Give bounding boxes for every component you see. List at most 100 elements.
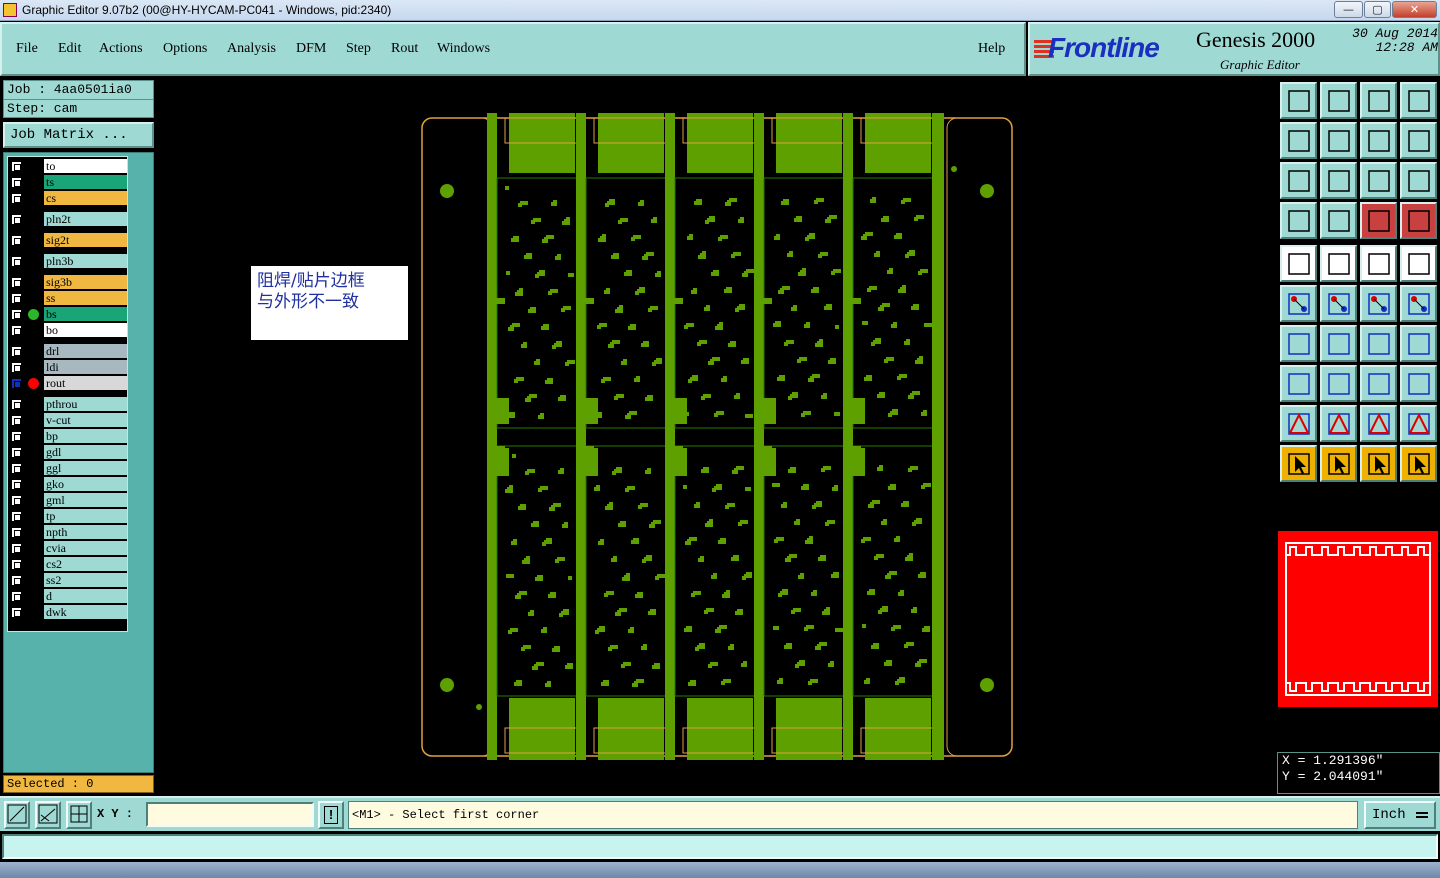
menu-actions[interactable]: Actions (99, 41, 143, 57)
window-icon[interactable] (1400, 82, 1437, 119)
polygon-icon[interactable] (1320, 245, 1357, 282)
layer-row-ss[interactable]: ss (8, 291, 128, 306)
zoom-home-icon[interactable] (1280, 82, 1317, 119)
select-net-icon[interactable] (1400, 445, 1437, 482)
menu-rout[interactable]: Rout (391, 41, 418, 57)
layer-checkbox[interactable] (11, 399, 22, 410)
layer-row-gko[interactable]: gko (8, 477, 128, 492)
layer-name[interactable]: bs (44, 307, 127, 321)
menu-step[interactable]: Step (346, 41, 371, 57)
layer-row-cvia[interactable]: cvia (8, 541, 128, 556)
layer-compare-icon[interactable] (1360, 202, 1397, 239)
layer-display-icon[interactable] (1400, 202, 1437, 239)
layer-name[interactable]: gko (44, 477, 127, 491)
contour-up-icon[interactable] (1360, 405, 1397, 442)
graphic-canvas[interactable]: 阻焊/贴片边框 与外形不一致 (157, 78, 1277, 795)
layer-name[interactable]: ldi (44, 360, 127, 374)
select-icon[interactable] (1280, 445, 1317, 482)
layer-row-ldi[interactable]: ldi (8, 360, 128, 375)
layer-name[interactable]: cvia (44, 541, 127, 555)
layer-row-d[interactable]: d (8, 589, 128, 604)
layer-name[interactable]: v-cut (44, 413, 127, 427)
layer-checkbox[interactable] (11, 607, 22, 618)
layer-name[interactable]: pln2t (44, 212, 127, 226)
layer-name[interactable]: ss (44, 291, 127, 305)
rotate-icon[interactable] (1360, 325, 1397, 362)
layer-row-rout[interactable]: rout (8, 376, 128, 391)
layer-name[interactable]: dwk (44, 605, 127, 619)
menu-analysis[interactable]: Analysis (227, 41, 276, 57)
pcb-panel-drawing[interactable] (157, 78, 1277, 795)
layer-row-pln3b[interactable]: pln3b (8, 254, 128, 269)
ruler-icon[interactable] (1360, 245, 1397, 282)
layer-checkbox[interactable] (11, 559, 22, 570)
layer-row-drl[interactable]: drl (8, 344, 128, 359)
pad-icon[interactable] (1280, 245, 1317, 282)
unit-selector[interactable]: Inch (1364, 801, 1436, 829)
layer-row-to[interactable]: to (8, 159, 128, 174)
center-icon[interactable] (1320, 162, 1357, 199)
menu-dfm[interactable]: DFM (296, 41, 326, 57)
help-icon[interactable] (1400, 162, 1437, 199)
resize-icon[interactable] (1360, 365, 1397, 402)
layer-row-pthrou[interactable]: pthrou (8, 397, 128, 412)
snap-icon[interactable] (4, 801, 30, 829)
delete-icon[interactable] (1320, 285, 1357, 322)
layer-row-pln2t[interactable]: pln2t (8, 212, 128, 227)
home-icon[interactable] (1360, 82, 1397, 119)
contour-icon[interactable] (1320, 405, 1357, 442)
layer-checkbox[interactable] (11, 463, 22, 474)
menu-options[interactable]: Options (163, 41, 207, 57)
layer-checkbox[interactable] (11, 479, 22, 490)
layer-checkbox[interactable] (11, 235, 22, 246)
group-icon[interactable] (1400, 365, 1437, 402)
layer-checkbox[interactable] (11, 362, 22, 373)
layer-row-bs[interactable]: bs (8, 307, 128, 322)
layer-row-cs[interactable]: cs (8, 191, 128, 206)
layer-checkbox[interactable] (11, 161, 22, 172)
overview-window[interactable] (1278, 531, 1438, 707)
layer-checkbox[interactable] (11, 511, 22, 522)
layer-row-dwk[interactable]: dwk (8, 605, 128, 620)
layer-name[interactable]: gdl (44, 445, 127, 459)
mirror-icon[interactable] (1400, 325, 1437, 362)
layer-row-bp[interactable]: bp (8, 429, 128, 444)
layer-checkbox[interactable] (11, 256, 22, 267)
layer-row-gml[interactable]: gml (8, 493, 128, 508)
layer-checkbox[interactable] (11, 325, 22, 336)
layer-name[interactable]: rout (44, 376, 127, 390)
contour-down-icon[interactable] (1400, 405, 1437, 442)
fit-screen-icon[interactable] (1280, 162, 1317, 199)
close-button[interactable]: ✕ (1392, 1, 1437, 18)
layer-checkbox[interactable] (11, 177, 22, 188)
add-pad-icon[interactable] (1280, 365, 1317, 402)
layer-checkbox[interactable] (11, 193, 22, 204)
layer-name[interactable]: to (44, 159, 127, 173)
minimize-button[interactable]: — (1334, 1, 1363, 18)
layer-row-ggl[interactable]: ggl (8, 461, 128, 476)
menu-windows[interactable]: Windows (437, 41, 490, 57)
layer-checkbox[interactable] (11, 214, 22, 225)
pan-right-icon[interactable] (1320, 122, 1357, 159)
snap-settings-icon[interactable] (1280, 202, 1317, 239)
layer-row-bo[interactable]: bo (8, 323, 128, 338)
layer-checkbox[interactable] (11, 346, 22, 357)
layer-checkbox[interactable] (11, 495, 22, 506)
split-icon[interactable] (1320, 365, 1357, 402)
job-matrix-button[interactable]: Job Matrix ... (3, 122, 154, 148)
xy-input[interactable] (146, 802, 314, 827)
layer-checkbox[interactable] (11, 591, 22, 602)
layer-row-ts[interactable]: ts (8, 175, 128, 190)
layer-name[interactable]: pthrou (44, 397, 127, 411)
measure-icon[interactable] (35, 801, 61, 829)
layer-name[interactable]: sig3b (44, 275, 127, 289)
alert-icon[interactable]: ! (318, 801, 344, 829)
arc-icon[interactable] (1320, 325, 1357, 362)
zoom-fit-icon[interactable] (1320, 82, 1357, 119)
grid-toggle-icon[interactable] (1320, 202, 1357, 239)
menu-file[interactable]: File (16, 41, 38, 57)
grid-icon[interactable] (66, 801, 92, 829)
layer-checkbox[interactable] (11, 543, 22, 554)
layer-checkbox[interactable] (11, 309, 22, 320)
layer-name[interactable]: bo (44, 323, 127, 337)
